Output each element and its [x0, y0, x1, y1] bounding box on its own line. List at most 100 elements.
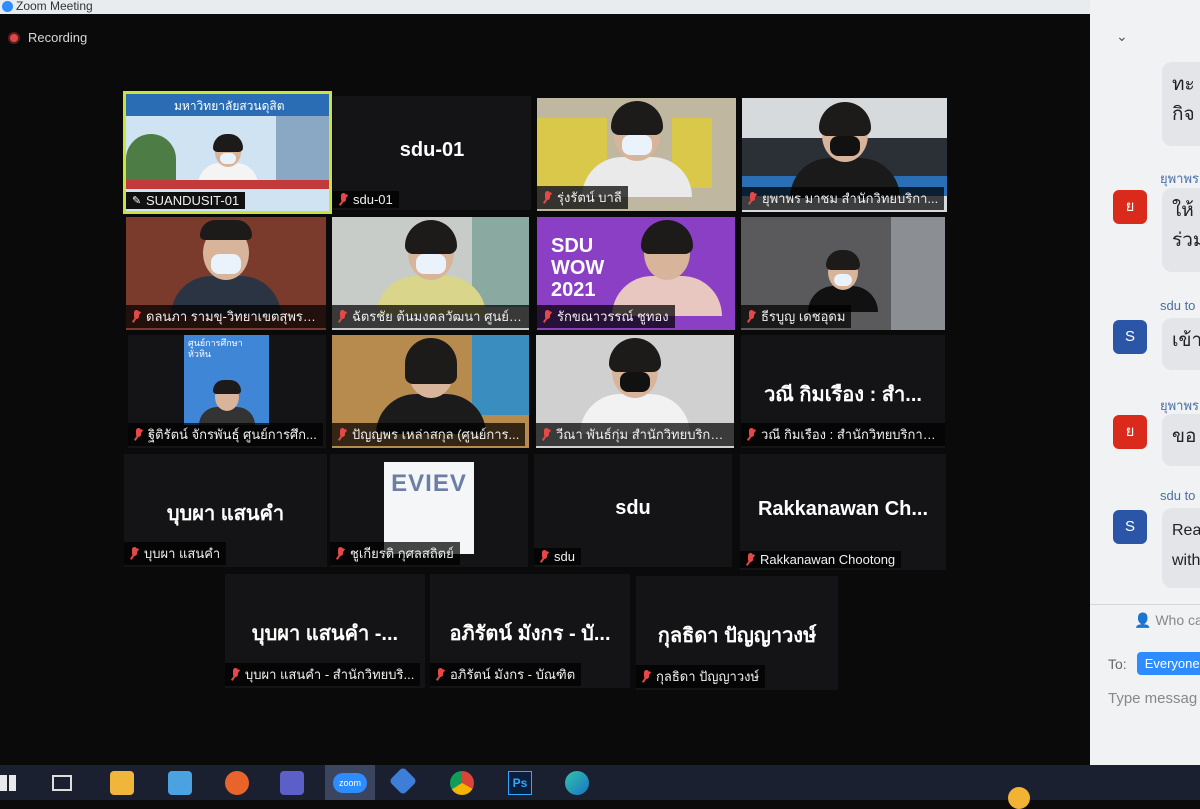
participant-name-label: ยุพาพร มาชม สำนักวิทยบริกา... — [742, 187, 945, 210]
windows-taskbar: zoom Ps — [0, 765, 1200, 809]
firefox-icon[interactable] — [225, 771, 249, 795]
participant-name-label: อภิรัตน์ มังกร - บัณฑิต — [430, 663, 582, 686]
muted-mic-icon — [747, 191, 757, 206]
participant-avatar — [375, 220, 486, 316]
chat-divider — [1090, 604, 1200, 605]
participant-display-name: วณี กิมเรือง : สำ... — [764, 383, 922, 406]
chat-sender: ยุพาพร — [1160, 398, 1200, 413]
participant-display-name: sdu-01 — [399, 139, 465, 162]
avatar: ย — [1113, 190, 1147, 224]
muted-mic-icon — [338, 192, 348, 207]
participant-tile-panyaporn[interactable]: ปัญญพร เหล่าสกุล (ศูนย์การ... — [332, 335, 529, 448]
video-banner-text: มหาวิทยาลัยสวนดุสิต — [174, 99, 285, 113]
pin-icon: ✎ — [132, 195, 142, 207]
muted-mic-icon — [435, 667, 445, 682]
participant-avatar — [808, 250, 878, 312]
participant-avatar — [171, 220, 281, 316]
muted-mic-icon — [542, 190, 552, 205]
muted-mic-icon — [542, 309, 552, 324]
zoom-icon[interactable]: zoom — [333, 773, 367, 793]
participant-tile-yupaporn[interactable]: ยุพาพร มาชม สำนักวิทยบริกา... — [742, 98, 947, 212]
notification-icon[interactable] — [1008, 787, 1030, 809]
muted-mic-icon — [337, 427, 347, 442]
window-title: Zoom Meeting — [16, 0, 93, 13]
participant-tile-bupa2[interactable]: บุบผา แสนคำ -... บุบผา แสนคำ - สำนักวิทย… — [225, 574, 425, 688]
participant-name-label: sdu — [534, 548, 581, 565]
zoom-logo-icon — [2, 1, 13, 12]
participant-tile-thitirat[interactable]: ศูนย์การศึกษา หัวหิน ฐิติรัตน์ จักรพันธุ… — [128, 335, 326, 448]
recipient-dropdown[interactable]: Everyone — [1136, 652, 1200, 675]
participant-display-name: กุลธิดา ปัญญาวงษ์ — [657, 625, 817, 648]
muted-mic-icon — [129, 546, 139, 561]
participant-name-label: Rakkanawan Chootong — [740, 551, 902, 568]
avatar: S — [1113, 320, 1147, 354]
participant-name-label: ดลนภา รามขุ-วิทยาเขตสุพรร... — [126, 305, 326, 328]
participant-avatar — [612, 220, 722, 316]
hua-hin-banner: ศูนย์การศึกษา หัวหิน — [188, 338, 243, 359]
chat-sender: ยุพาพร — [1160, 171, 1200, 186]
participant-tile-bupa1[interactable]: บุบผา แสนคำ บุบผา แสนคำ — [124, 454, 327, 567]
participant-tile-sdu[interactable]: sdu sdu — [534, 454, 732, 567]
muted-mic-icon — [745, 552, 755, 567]
participant-name-label: ปัญญพร เหล่าสกุล (ศูนย์การ... — [332, 423, 526, 446]
participant-name-label: ฉัตรชัย ต้นมงคลวัฒนา ศูนย์ก... — [332, 305, 529, 328]
participant-avatar — [789, 102, 900, 198]
participant-name-label: รุ่งรัตน์ บาลี — [537, 186, 628, 209]
participant-name-label: รักขณาวรรณ์ ชูทอง — [537, 305, 675, 328]
recording-indicator[interactable]: Recording — [8, 30, 87, 45]
participant-display-name: Rakkanawan Ch... — [757, 498, 929, 521]
participant-tile-rakkanwan[interactable]: SDU WOW 2021 รักขณาวรรณ์ ชูทอง — [537, 217, 735, 330]
photoshop-icon[interactable]: Ps — [508, 771, 532, 795]
participant-avatar — [581, 101, 692, 197]
chrome-icon[interactable] — [450, 771, 474, 795]
participant-name-label: ฐิติรัตน์ จักรพันธุ์ ศูนย์การศึก... — [128, 423, 323, 446]
chat-sender: sdu to — [1160, 488, 1196, 503]
participant-tile-rakkanawan[interactable]: Rakkanawan Ch... Rakkanawan Chootong — [740, 454, 946, 570]
muted-mic-icon — [337, 309, 347, 324]
participant-tile-donnapa[interactable]: ดลนภา รามขุ-วิทยาเขตสุพรร... — [126, 217, 326, 330]
avatar: ย — [1113, 415, 1147, 449]
calendar-icon[interactable] — [168, 771, 192, 795]
muted-mic-icon — [133, 427, 143, 442]
muted-mic-icon — [746, 427, 756, 442]
participant-avatar — [198, 380, 255, 425]
participant-tile-rungrat[interactable]: รุ่งรัตน์ บาลี — [537, 98, 736, 211]
chat-input[interactable]: Type messag — [1108, 690, 1197, 707]
participant-name-label: บุบผา แสนคำ — [124, 542, 227, 565]
participant-tile-chukiat[interactable]: EVIEV ชูเกียรติ กุศลสถิตย์ — [330, 454, 528, 567]
teams-icon[interactable] — [280, 771, 304, 795]
participant-tile-weena[interactable]: วีณา พันธ์กุ่ม สำนักวิทยบริกา... — [536, 335, 734, 448]
participant-display-name: บุบผา แสนคำ — [166, 502, 285, 525]
participant-name-label: บุบผา แสนคำ - สำนักวิทยบริ... — [225, 663, 421, 686]
edge-icon[interactable] — [565, 771, 589, 795]
windows-icon[interactable] — [0, 775, 16, 791]
muted-mic-icon — [131, 309, 141, 324]
participant-name-label: กุลธิดา ปัญญาวงษ์ — [636, 665, 766, 688]
person-lock-icon: 👤 — [1134, 612, 1152, 628]
participant-name-label: วีณา พันธ์กุ่ม สำนักวิทยบริกา... — [536, 423, 734, 446]
participant-tile-wanee[interactable]: วณี กิมเรือง : สำ... วณี กิมเรือง : สำนั… — [741, 335, 945, 448]
window-titlebar: Zoom Meeting — [0, 0, 1090, 14]
participant-tile-sdu01[interactable]: sdu-01 sdu-01 — [333, 96, 531, 210]
chat-message: Rea with — [1162, 508, 1200, 588]
muted-mic-icon — [746, 309, 756, 324]
chat-message: ขอ — [1162, 414, 1200, 466]
participant-tile-teerabun[interactable]: ธีรบูญ เดชอุดม — [741, 217, 945, 330]
chat-panel: ⌄ ทะ กิจ ยุพาพร ย ให้ ร่วม sdu to S เข้า… — [1090, 0, 1200, 765]
participant-avatar — [580, 338, 690, 434]
participant-tile-chatchai[interactable]: ฉัตรชัย ต้นมงคลวัฒนา ศูนย์ก... — [332, 217, 529, 330]
participant-tile-kultida[interactable]: กุลธิดา ปัญญาวงษ์ กุลธิดา ปัญญาวงษ์ — [636, 576, 838, 690]
record-icon — [8, 31, 20, 44]
chat-message: ให้ ร่วม — [1162, 188, 1200, 272]
chat-recipient-row: To: Everyone — [1108, 652, 1200, 675]
chevron-down-icon[interactable]: ⌄ — [1116, 28, 1128, 45]
who-can-see-link[interactable]: 👤 Who ca — [1134, 612, 1200, 629]
participant-tile-apirat[interactable]: อภิรัตน์ มังกร - บั... อภิรัตน์ มังกร - … — [430, 574, 630, 688]
vscode-icon[interactable] — [388, 766, 418, 796]
muted-mic-icon — [335, 546, 345, 561]
participant-tile-suandusit[interactable]: มหาวิทยาลัยสวนดุสิต ✎ SUANDUSIT-01 — [123, 91, 332, 214]
muted-mic-icon — [641, 669, 651, 684]
task-view-icon[interactable] — [52, 775, 72, 791]
participant-avatar — [197, 134, 258, 185]
file-explorer-icon[interactable] — [110, 771, 134, 795]
